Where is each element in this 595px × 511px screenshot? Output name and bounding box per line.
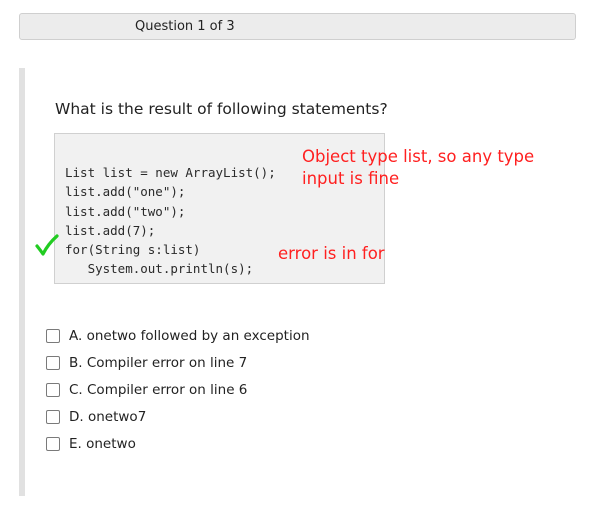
code-line-6: System.out.println(s); <box>65 261 254 277</box>
code-line-4: list.add(7); <box>65 222 156 238</box>
option-c[interactable]: C. Compiler error on line 6 <box>46 376 310 403</box>
option-c-label: C. Compiler error on line 6 <box>69 381 248 398</box>
handwritten-error-note: error is in for <box>278 244 385 263</box>
option-e[interactable]: E. onetwo <box>46 430 310 457</box>
handwritten-note-line-2: input is fine <box>302 169 400 188</box>
question-progress-label: Question 1 of 3 <box>135 19 235 34</box>
code-line-3: list.add("two"); <box>65 203 186 219</box>
question-panel: What is the result of following statemen… <box>19 68 579 498</box>
checkbox-option-d[interactable] <box>46 409 60 424</box>
checkbox-option-c[interactable] <box>46 382 60 397</box>
option-d-label: D. onetwo7 <box>69 408 147 425</box>
handwritten-note-line-1: Object type list, so any type <box>302 147 535 166</box>
code-lines: List list = new ArrayList(); list.add("o… <box>65 163 276 279</box>
option-b-label: B. Compiler error on line 7 <box>69 354 248 371</box>
option-a[interactable]: A. onetwo followed by an exception <box>46 322 310 349</box>
question-left-border <box>19 68 25 496</box>
answer-options: A. onetwo followed by an exception B. Co… <box>46 322 310 457</box>
checkbox-option-e[interactable] <box>46 436 60 451</box>
option-b[interactable]: B. Compiler error on line 7 <box>46 349 310 376</box>
option-a-label: A. onetwo followed by an exception <box>69 327 310 344</box>
checkbox-option-b[interactable] <box>46 355 60 370</box>
code-line-1: List list = new ArrayList(); <box>65 165 276 180</box>
checkmark-icon <box>35 234 59 256</box>
code-line-5: for(String s:list) <box>65 242 201 258</box>
question-progress-bar: Question 1 of 3 <box>19 13 576 40</box>
code-line-2: list.add("one"); <box>65 184 186 200</box>
option-e-label: E. onetwo <box>69 435 136 452</box>
checkbox-option-a[interactable] <box>46 328 60 343</box>
option-d[interactable]: D. onetwo7 <box>46 403 310 430</box>
question-prompt: What is the result of following statemen… <box>55 100 388 118</box>
